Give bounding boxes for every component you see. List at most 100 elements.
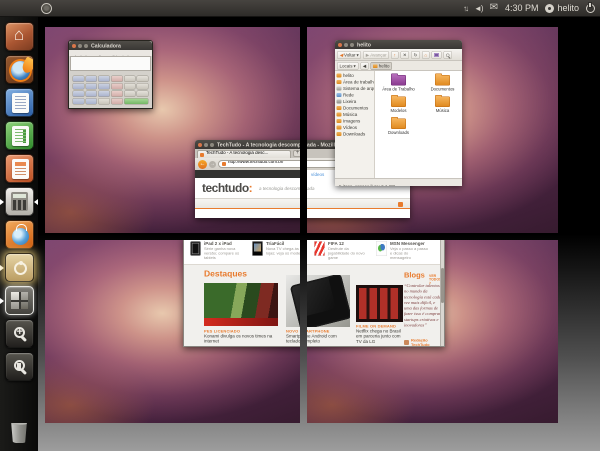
product-item[interactable]: iPad 2 x iPadSérie ganha nova versão; co…: [190, 241, 244, 261]
calculator-titlebar[interactable]: Calculadora: [69, 41, 152, 50]
product-item[interactable]: FIFA 12Desfrute da jogabilidade do novo …: [314, 241, 368, 261]
sidebar-place[interactable]: Área de trabalho: [337, 80, 373, 85]
calculator-key[interactable]: [85, 76, 97, 83]
calculator-key[interactable]: [124, 83, 136, 90]
launcher-home-folder[interactable]: [0, 22, 38, 51]
browser-tab[interactable]: TechTudo - A tecnologia desc...: [197, 150, 291, 158]
article-caption[interactable]: NOVO SMARTPHONE Smartphone Android com t…: [286, 329, 300, 344]
search-button[interactable]: [444, 51, 453, 59]
window-buttons[interactable]: [198, 143, 214, 147]
window-buttons[interactable]: [72, 44, 88, 48]
calculator-key[interactable]: [124, 98, 149, 105]
netflix-article-image[interactable]: [356, 285, 403, 322]
calculator-window[interactable]: Calculadora Calculadora Editar Exibir Aj…: [68, 40, 153, 109]
stop-button[interactable]: ✕: [400, 51, 409, 59]
calculator-key[interactable]: [137, 83, 149, 90]
workspace-1[interactable]: Calculadora Calculadora Editar Exibir Aj…: [45, 27, 300, 233]
calculator-key[interactable]: [85, 98, 97, 105]
smartphone-article-image[interactable]: [286, 275, 300, 327]
calculator-key[interactable]: [111, 83, 123, 90]
article-caption[interactable]: FILME ON DEMAND Netflix chega no Brasil …: [356, 324, 405, 344]
scrollbar-thumb[interactable]: [441, 268, 444, 303]
destaques-heading[interactable]: Destaques: [204, 269, 247, 279]
volume-icon[interactable]: ◄): [474, 4, 483, 13]
home-button[interactable]: ⌂: [422, 51, 430, 59]
new-tab-button[interactable]: +: [293, 150, 300, 157]
smartphone-article-image[interactable]: [307, 275, 350, 327]
folder-item[interactable]: Área de Trabalho: [377, 75, 420, 92]
calculator-key[interactable]: [111, 91, 123, 98]
calculator-key[interactable]: [73, 98, 85, 105]
window-buttons[interactable]: [338, 43, 354, 47]
forward-button[interactable]: →: [209, 161, 216, 168]
sidebar-place[interactable]: Lixeira: [337, 99, 373, 104]
firefox-window-bottom[interactable]: iPad 2 x iPadSérie ganha nova versão; co…: [183, 240, 300, 347]
back-button[interactable]: ←: [198, 160, 207, 169]
launcher-libreoffice-writer[interactable]: [0, 88, 38, 117]
firefox-window-bottom[interactable]: iPad 2 x iPadSérie ganha nova versão; co…: [307, 240, 445, 347]
workspace-2[interactable]: helito ◀Voltar ▾ ▶ Avançar ↑ ✕ ↻ ⌂ Locai…: [307, 27, 558, 233]
back-button[interactable]: ◀Voltar ▾: [337, 51, 361, 59]
launcher-software-center[interactable]: [0, 220, 38, 249]
places-dropdown[interactable]: Locais ▾: [337, 62, 358, 70]
sidebar-place[interactable]: Rede: [337, 93, 373, 98]
file-manager-titlebar[interactable]: helito: [335, 40, 462, 49]
launcher-trash[interactable]: [0, 418, 38, 447]
reload-button[interactable]: ↻: [411, 51, 420, 59]
calculator-key[interactable]: [137, 91, 149, 98]
product-item[interactable]: MSN MessengerVeja o passo a passo e dica…: [376, 241, 430, 261]
product-item[interactable]: TriaFácilNova TV chega às lojas; veja os…: [252, 241, 300, 261]
calculator-key[interactable]: [124, 91, 136, 98]
launcher-firefox[interactable]: [0, 55, 38, 84]
article-caption[interactable]: NOVO SMARTPHONE Smartphone Android com t…: [307, 329, 352, 344]
calculator-key[interactable]: [111, 98, 123, 105]
launcher-workspace-switcher[interactable]: [0, 286, 38, 315]
sidebar-place[interactable]: Downloads: [337, 132, 373, 137]
file-manager-window[interactable]: helito ◀Voltar ▾ ▶ Avançar ↑ ✕ ↻ ⌂ Locai…: [335, 40, 462, 186]
sidebar-place[interactable]: Vídeos: [337, 125, 373, 130]
sidebar-place[interactable]: Imagens: [337, 119, 373, 124]
calculator-key[interactable]: [98, 91, 110, 98]
calculator-menubar[interactable]: Calculadora Editar Exibir Ajuda: [69, 50, 152, 56]
firefox-window-top[interactable]: TechTudo - A tecnologia descomplicada - …: [195, 140, 300, 218]
up-button[interactable]: ↑: [391, 51, 398, 59]
launcher-places-applications[interactable]: [0, 319, 38, 348]
forward-button[interactable]: ▶ Avançar: [363, 51, 389, 59]
article-caption[interactable]: PES LICENCIADO Konami divulga os novos t…: [204, 329, 280, 344]
rss-icon[interactable]: [398, 202, 403, 207]
videos-link[interactable]: vídeos: [311, 172, 324, 177]
computer-button[interactable]: [432, 51, 442, 59]
calculator-key[interactable]: [85, 83, 97, 90]
calculator-key[interactable]: [85, 91, 97, 98]
calculator-key[interactable]: [98, 98, 110, 105]
calculator-key[interactable]: [73, 76, 85, 83]
sidebar-place[interactable]: helito: [337, 73, 373, 78]
folder-item[interactable]: Modelos: [377, 97, 420, 114]
ubuntu-logo-icon[interactable]: [41, 3, 52, 14]
folder-item[interactable]: Música: [421, 97, 462, 114]
soccer-article-image[interactable]: [204, 283, 278, 326]
workspace-3[interactable]: iPad 2 x iPadSérie ganha nova versão; co…: [45, 240, 300, 423]
folder-item[interactable]: Downloads: [377, 118, 420, 135]
network-icon[interactable]: ↑↓: [463, 4, 467, 13]
techtudo-logo[interactable]: techtudo:: [202, 181, 252, 195]
launcher-calculator[interactable]: [0, 187, 38, 216]
path-scroll-left[interactable]: ◀: [360, 62, 368, 70]
calculator-key[interactable]: [73, 91, 85, 98]
blogs-heading[interactable]: Blogs: [404, 271, 425, 280]
firefox-titlebar[interactable]: TechTudo - A tecnologia descomplicada - …: [195, 140, 300, 149]
clock[interactable]: 4:30 PM: [505, 3, 539, 13]
workspace-4[interactable]: iPad 2 x iPadSérie ganha nova versão; co…: [307, 240, 558, 423]
mail-icon[interactable]: ✉: [490, 3, 498, 13]
launcher-places-files[interactable]: [0, 352, 38, 381]
path-button-helito[interactable]: helito: [371, 62, 392, 70]
calculator-key[interactable]: [137, 76, 149, 83]
power-icon[interactable]: [586, 4, 595, 13]
url-bar[interactable]: http://www.techtudo.com.br/☆: [218, 160, 300, 168]
blog-author[interactable]: Redação TechTudo: [404, 338, 440, 346]
sidebar-place[interactable]: Música: [337, 112, 373, 117]
calculator-key[interactable]: [111, 76, 123, 83]
folder-item[interactable]: Documentos: [421, 75, 462, 92]
sidebar-place[interactable]: Documentos: [337, 106, 373, 111]
calculator-key[interactable]: [124, 76, 136, 83]
